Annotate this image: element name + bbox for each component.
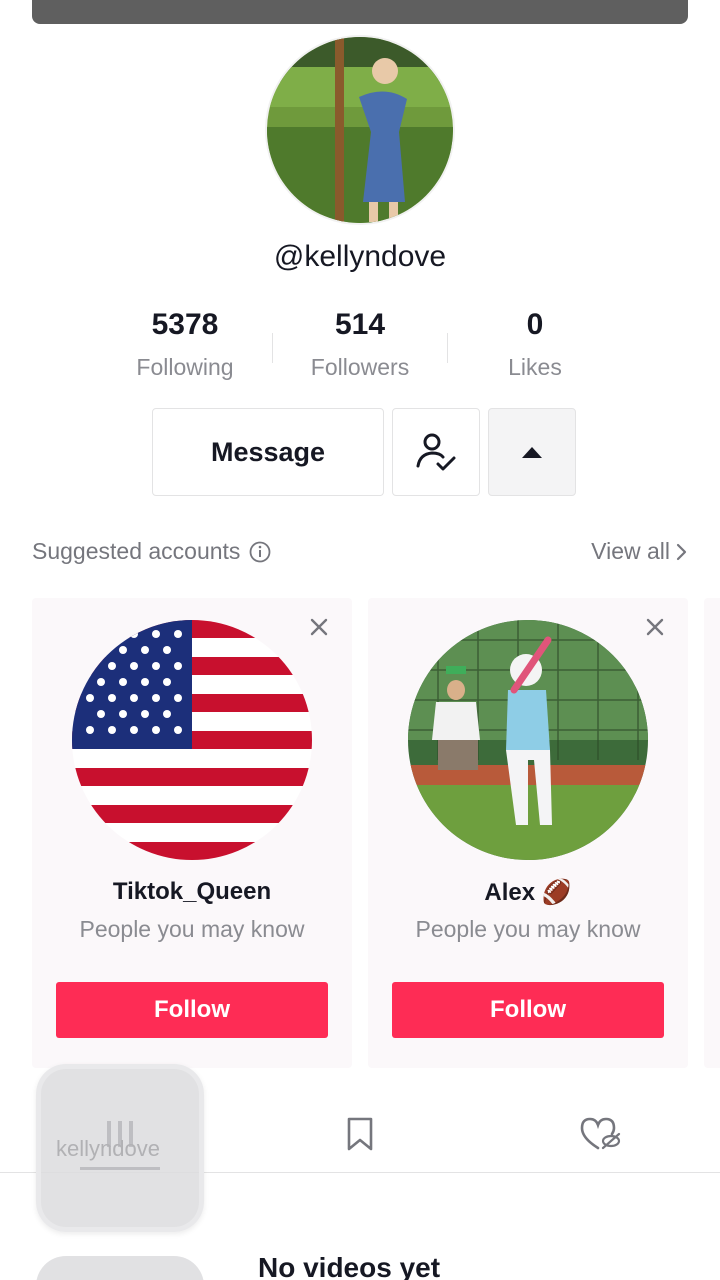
chevron-right-icon [676, 543, 687, 560]
close-icon[interactable] [644, 616, 666, 638]
profile-username: @kellyndove [273, 240, 447, 273]
profile-stats: 5378 Following 514 Followers 0 Likes [0, 305, 720, 385]
friend-status-button[interactable] [392, 408, 480, 496]
info-icon[interactable] [248, 540, 272, 564]
hidden-heart-icon [580, 1117, 621, 1150]
follow-button[interactable]: Follow [392, 982, 664, 1038]
suggested-accounts-title: Suggested accounts [32, 538, 272, 565]
status-bar [32, 0, 688, 24]
floating-overlay-button-secondary[interactable] [36, 1256, 204, 1280]
stat-label: Following [136, 354, 234, 380]
view-all-link[interactable]: View all [591, 538, 688, 565]
suggested-card-partial[interactable] [704, 598, 720, 1068]
stat-value: 5378 [151, 308, 219, 341]
suggested-avatar[interactable] [72, 620, 312, 860]
suggested-name[interactable]: Alex 🏈 [368, 878, 688, 907]
follow-button[interactable]: Follow [56, 982, 328, 1038]
stat-likes[interactable]: 0 Likes [455, 305, 615, 389]
suggested-reason: People you may know [79, 916, 305, 942]
caret-up-icon [522, 447, 542, 458]
floating-overlay-label: kellyndove [56, 1136, 160, 1161]
stat-label: Followers [310, 354, 410, 380]
profile-avatar[interactable] [265, 35, 455, 225]
suggested-accounts-carousel[interactable]: Tiktok_Queen People you may know Follow [32, 598, 720, 1068]
stat-divider [447, 333, 448, 363]
close-icon[interactable] [308, 616, 330, 638]
suggested-name[interactable]: Tiktok_Queen [32, 878, 352, 906]
user-check-icon [416, 433, 456, 471]
stat-following[interactable]: 5378 Following [105, 305, 265, 389]
tab-liked[interactable] [480, 1095, 720, 1173]
profile-page: @kellyndove 5378 Following 514 Followers… [0, 0, 720, 1280]
bookmark-icon [347, 1117, 373, 1151]
stat-value: 514 [334, 308, 386, 341]
stat-value: 0 [526, 308, 544, 341]
stat-followers[interactable]: 514 Followers [280, 305, 440, 389]
profile-actions: Message [0, 408, 720, 498]
empty-state-title: No videos yet [258, 1252, 441, 1280]
tab-saved[interactable] [240, 1095, 480, 1173]
stat-label: Likes [508, 354, 562, 380]
stat-divider [272, 333, 273, 363]
suggested-card[interactable]: Alex 🏈 People you may know Follow [368, 598, 688, 1068]
message-button[interactable]: Message [152, 408, 384, 496]
suggested-reason: People you may know [415, 916, 641, 942]
view-all-text: View all [591, 538, 670, 564]
suggested-avatar[interactable] [408, 620, 648, 860]
suggested-card[interactable]: Tiktok_Queen People you may know Follow [32, 598, 352, 1068]
suggested-title-text: Suggested accounts [32, 538, 241, 564]
toggle-suggestions-button[interactable] [488, 408, 576, 496]
suggested-accounts-header: Suggested accounts View all [32, 538, 688, 572]
